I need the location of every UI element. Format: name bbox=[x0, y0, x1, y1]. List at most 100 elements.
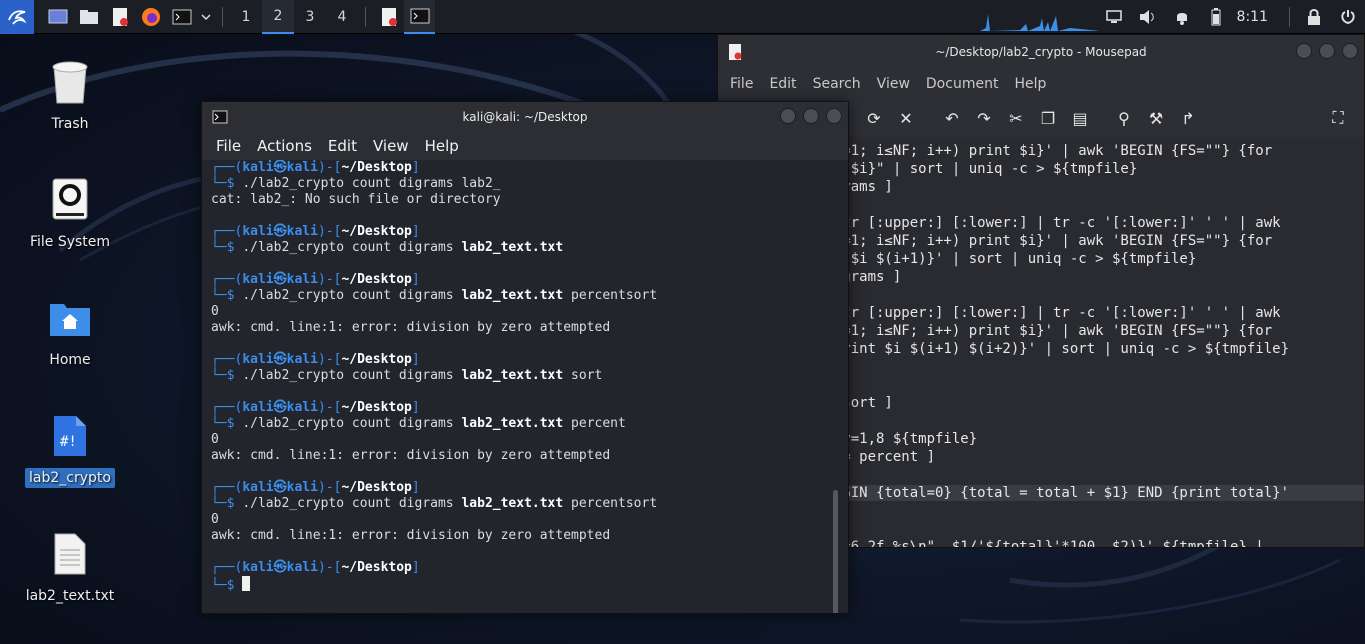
desktop-icon-home[interactable]: Home bbox=[20, 294, 120, 370]
terminal-menubar: File Actions Edit View Help bbox=[202, 132, 848, 160]
text-editor-icon bbox=[729, 44, 742, 60]
menu-help[interactable]: Help bbox=[1014, 76, 1046, 92]
task-mousepad[interactable] bbox=[373, 0, 404, 34]
desktop-icon-trash[interactable]: Trash bbox=[20, 58, 120, 134]
battery-indicator[interactable] bbox=[1199, 0, 1233, 34]
power-button[interactable] bbox=[1331, 0, 1365, 34]
command-line: └─$ ./lab2_crypto count digrams lab2_tex… bbox=[211, 288, 657, 304]
reload-button[interactable]: ⟳ bbox=[858, 103, 890, 133]
close-button[interactable] bbox=[1342, 43, 1358, 59]
prompt-at: ㉿ bbox=[273, 224, 287, 239]
maximize-button[interactable] bbox=[803, 108, 819, 124]
prompt-path: ~/Desktop bbox=[341, 400, 412, 415]
find-button[interactable]: ⚲ bbox=[1108, 103, 1140, 133]
prompt-decor: └─$ bbox=[211, 240, 243, 255]
prompt-decor: └─$ bbox=[211, 368, 243, 383]
prompt-decor: ] bbox=[411, 160, 420, 175]
kali-dragon-icon bbox=[8, 9, 27, 25]
firefox-launcher[interactable] bbox=[135, 0, 166, 34]
text-editor-launcher[interactable] bbox=[104, 0, 135, 34]
close-doc-button[interactable]: ✕ bbox=[890, 103, 922, 133]
lock-screen-button[interactable] bbox=[1297, 0, 1331, 34]
mousepad-title: ~/Desktop/lab2_crypto - Mousepad bbox=[935, 45, 1147, 59]
menu-document[interactable]: Document bbox=[926, 76, 999, 92]
launcher-dropdown[interactable] bbox=[197, 0, 215, 34]
prompt-decor: └─$ bbox=[211, 496, 243, 511]
menu-view[interactable]: View bbox=[877, 76, 910, 92]
lock-icon bbox=[1308, 9, 1320, 25]
redo-button[interactable]: ↷ bbox=[968, 103, 1000, 133]
terminal-scrollbar[interactable] bbox=[833, 490, 838, 613]
menu-search[interactable]: Search bbox=[813, 76, 861, 92]
workspace-3[interactable]: 3 bbox=[294, 0, 326, 34]
command-text: ./lab2_crypto count digrams bbox=[242, 496, 454, 511]
command-line: └─$ ./lab2_crypto count digrams lab2_ bbox=[211, 176, 501, 192]
terminal-icon bbox=[172, 9, 191, 24]
desktop-icon-filesystem[interactable]: File System bbox=[20, 176, 120, 252]
display-indicator[interactable] bbox=[1097, 0, 1131, 34]
desktop-icon-label: lab2_text.txt bbox=[25, 588, 115, 604]
command-option: sort bbox=[571, 368, 603, 383]
minimize-button[interactable] bbox=[1296, 43, 1312, 59]
prompt-host: kali bbox=[286, 480, 318, 495]
undo-button[interactable]: ↶ bbox=[936, 103, 968, 133]
close-button[interactable] bbox=[826, 108, 842, 124]
prompt-decor: )-[ bbox=[317, 480, 342, 495]
menu-edit[interactable]: Edit bbox=[769, 76, 796, 92]
task-terminal[interactable] bbox=[404, 0, 435, 34]
prompt-line: ┌──(kali㉿kali)-[~/Desktop] bbox=[211, 160, 420, 176]
paste-button[interactable]: ▤ bbox=[1064, 103, 1096, 133]
show-desktop-button[interactable] bbox=[42, 0, 73, 34]
mousepad-titlebar[interactable]: ~/Desktop/lab2_crypto - Mousepad bbox=[718, 35, 1364, 69]
menu-view[interactable]: View bbox=[373, 137, 409, 155]
cut-button[interactable]: ✂ bbox=[1000, 103, 1032, 133]
volume-indicator[interactable] bbox=[1131, 0, 1165, 34]
maximize-button[interactable] bbox=[1319, 43, 1335, 59]
prompt-decor: ┌──( bbox=[211, 352, 243, 367]
chevron-down-icon bbox=[201, 13, 211, 20]
command-line: └─$ ./lab2_crypto count digrams lab2_tex… bbox=[211, 416, 626, 432]
mousepad-menubar: File Edit Search View Document Help bbox=[718, 69, 1364, 99]
desktop-icon-lab2-text[interactable]: lab2_text.txt bbox=[20, 530, 120, 606]
prompt-host: kali bbox=[286, 272, 318, 287]
find-replace-icon: ⚒ bbox=[1148, 108, 1164, 128]
script-file-icon: #! bbox=[46, 412, 94, 460]
fullscreen-button[interactable]: ⛶ bbox=[1322, 103, 1354, 133]
home-folder-icon bbox=[46, 294, 94, 342]
copy-button[interactable]: ❐ bbox=[1032, 103, 1064, 133]
workspace-1[interactable]: 1 bbox=[230, 0, 262, 34]
prompt-line: ┌──(kali㉿kali)-[~/Desktop] bbox=[211, 400, 420, 416]
terminal-output[interactable]: ┌──(kali㉿kali)-[~/Desktop] └─$ ./lab2_cry… bbox=[202, 160, 848, 613]
workspace-4[interactable]: 4 bbox=[326, 0, 358, 34]
prompt-host: kali bbox=[286, 352, 318, 367]
terminal-launcher[interactable] bbox=[166, 0, 197, 34]
menu-file[interactable]: File bbox=[730, 76, 753, 92]
cpu-graph bbox=[980, 14, 1100, 31]
command-arg: lab2_text.txt bbox=[461, 288, 564, 303]
prompt-user: kali bbox=[242, 480, 274, 495]
panel-clock[interactable]: 8:11 bbox=[1233, 9, 1282, 25]
prompt-decor: ] bbox=[411, 272, 420, 287]
command-arg: lab2_text.txt bbox=[461, 368, 564, 383]
goto-button[interactable]: ↱ bbox=[1172, 103, 1204, 133]
system-tray: 8:11 bbox=[1097, 0, 1365, 34]
prompt-decor: ┌──( bbox=[211, 224, 243, 239]
menu-actions[interactable]: Actions bbox=[257, 137, 312, 155]
menu-edit[interactable]: Edit bbox=[328, 137, 357, 155]
workspace-2[interactable]: 2 bbox=[262, 0, 294, 34]
desktop-icon-label: File System bbox=[29, 234, 111, 250]
minimize-button[interactable] bbox=[780, 108, 796, 124]
terminal-window[interactable]: kali@kali: ~/Desktop File Actions Edit V… bbox=[201, 101, 849, 614]
menu-help[interactable]: Help bbox=[425, 137, 459, 155]
find-replace-button[interactable]: ⚒ bbox=[1140, 103, 1172, 133]
kali-menu-button[interactable] bbox=[0, 0, 34, 34]
command-text: ./lab2_crypto count digrams bbox=[242, 240, 454, 255]
prompt-decor: ┌──( bbox=[211, 400, 243, 415]
notifications-indicator[interactable] bbox=[1165, 0, 1199, 34]
terminal-titlebar[interactable]: kali@kali: ~/Desktop bbox=[202, 102, 848, 132]
prompt-user: kali bbox=[242, 400, 274, 415]
desktop-icon-lab2-crypto[interactable]: #! lab2_crypto bbox=[20, 412, 120, 488]
trash-icon bbox=[46, 58, 94, 106]
file-manager-launcher[interactable] bbox=[73, 0, 104, 34]
menu-file[interactable]: File bbox=[216, 137, 241, 155]
